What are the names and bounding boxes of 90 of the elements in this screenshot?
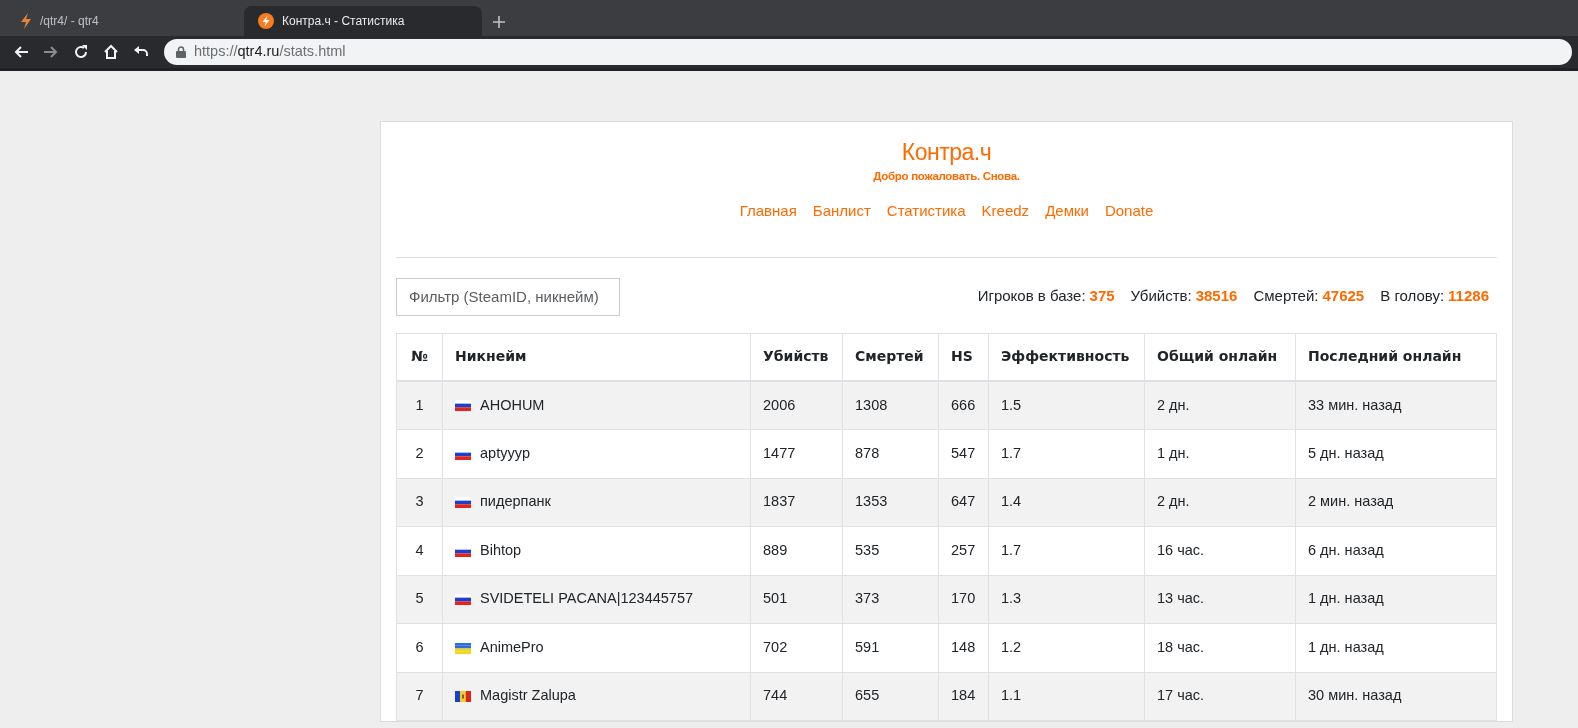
table-cell: 1 дн. назад <box>1295 575 1497 624</box>
table-cell: 1353 <box>842 478 939 527</box>
browser-tab[interactable]: /qtr4/ - qtr4 <box>6 6 244 36</box>
stat-label: Убийств: <box>1130 286 1192 307</box>
player-name: Magistr Zalupa <box>480 687 576 704</box>
address-bar[interactable]: https://qtr4.ru/stats.html <box>164 39 1572 65</box>
table-cell: 148 <box>938 623 989 672</box>
home-icon <box>103 44 119 60</box>
stat-value: 375 <box>1089 286 1115 307</box>
stat-value: 47625 <box>1322 286 1365 307</box>
table-cell: 1 дн. назад <box>1295 623 1497 672</box>
table-cell: 2 дн. <box>1144 381 1296 430</box>
table-cell: 257 <box>938 526 989 575</box>
reload-icon <box>73 44 89 60</box>
site-title: Контра.ч <box>900 138 993 167</box>
table-cell: 1.2 <box>988 623 1145 672</box>
table-cell: 591 <box>842 623 939 672</box>
stat-value: 11286 <box>1448 286 1489 307</box>
table-cell: 7 <box>396 672 443 721</box>
url-text: https://qtr4.ru/stats.html <box>194 42 346 62</box>
table-cell: 1308 <box>842 381 939 430</box>
table-cell: 17 час. <box>1144 672 1296 721</box>
table-cell: 1837 <box>750 478 843 527</box>
lightning-icon <box>258 13 274 29</box>
table-cell: 2 мин. назад <box>1295 478 1497 527</box>
flag-icon <box>455 642 471 654</box>
table-cell: 2 <box>396 429 443 478</box>
table-cell: 1.7 <box>988 429 1145 478</box>
table-cell: 2006 <box>750 381 843 430</box>
table-cell: 30 мин. назад <box>1295 672 1497 721</box>
table-cell: 744 <box>750 672 843 721</box>
player-name: AnimePro <box>480 638 544 655</box>
player-name: SVIDETELI PACANA|123445757 <box>480 590 694 607</box>
table-cell: 1.4 <box>988 478 1145 527</box>
table-cell: 535 <box>842 526 939 575</box>
table-cell: 6 <box>396 623 443 672</box>
stat-label: В голову: <box>1380 286 1445 307</box>
table-cell: 3 <box>396 478 443 527</box>
table-cell: 170 <box>938 575 989 624</box>
table-cell: 5 <box>396 575 443 624</box>
table-cell: 1 дн. <box>1144 429 1296 478</box>
table-cell: 1.7 <box>988 526 1145 575</box>
flag-icon <box>455 691 471 703</box>
table-cell: 5 дн. назад <box>1295 429 1497 478</box>
forward-icon <box>43 44 59 60</box>
table-cell: 666 <box>938 381 989 430</box>
table-cell: 1 <box>396 381 443 430</box>
player-name: aptyyyp <box>480 444 530 461</box>
player-name: Bihtop <box>480 541 522 558</box>
browser-tab[interactable]: Контра.ч - Статистика <box>244 6 482 36</box>
stat-value: 38516 <box>1195 286 1238 307</box>
nav-link[interactable]: Kreedz <box>973 200 1038 223</box>
table-cell: 878 <box>842 429 939 478</box>
stat-label: Игроков в базе: <box>977 286 1086 307</box>
flag-icon <box>455 497 471 509</box>
flag-icon <box>455 400 471 412</box>
table-cell: 184 <box>938 672 989 721</box>
nav-link[interactable]: Главная <box>731 200 805 223</box>
nav-link[interactable]: Демки <box>1037 200 1097 223</box>
table-cell: 1.5 <box>988 381 1145 430</box>
back-icon <box>13 44 29 60</box>
site-subtitle: Добро пожаловать. Снова. <box>872 169 1021 184</box>
lightning-icon <box>20 13 32 29</box>
table-cell: 6 дн. назад <box>1295 526 1497 575</box>
nav-link[interactable]: Donate <box>1096 200 1162 223</box>
table-cell: 1477 <box>750 429 843 478</box>
table-cell: 18 час. <box>1144 623 1296 672</box>
table-cell: 1.3 <box>988 575 1145 624</box>
table-cell: 16 час. <box>1144 526 1296 575</box>
table-cell: 889 <box>750 526 843 575</box>
plus-icon <box>492 15 506 30</box>
table-cell: 4 <box>396 526 443 575</box>
table-cell: 13 час. <box>1144 575 1296 624</box>
lock-icon <box>176 46 186 58</box>
table-cell: 547 <box>938 429 989 478</box>
filter-input[interactable]: Фильтр (SteamID, никнейм) <box>396 277 620 316</box>
table-cell: 373 <box>842 575 939 624</box>
table-cell: 647 <box>938 478 989 527</box>
stat-label: Смертей: <box>1253 286 1319 307</box>
flag-icon <box>455 594 471 606</box>
table-cell: 1.1 <box>988 672 1145 721</box>
player-name: AHOHUM <box>480 396 545 413</box>
nav-link[interactable]: Банлист <box>804 200 879 223</box>
table-cell: 655 <box>842 672 939 721</box>
nav-link[interactable]: Статистика <box>878 200 974 223</box>
table-cell: 702 <box>750 623 843 672</box>
table-cell: 33 мин. назад <box>1295 381 1497 430</box>
table-cell: 2 дн. <box>1144 478 1296 527</box>
table-cell: 501 <box>750 575 843 624</box>
player-name: пидерпанк <box>480 493 551 510</box>
